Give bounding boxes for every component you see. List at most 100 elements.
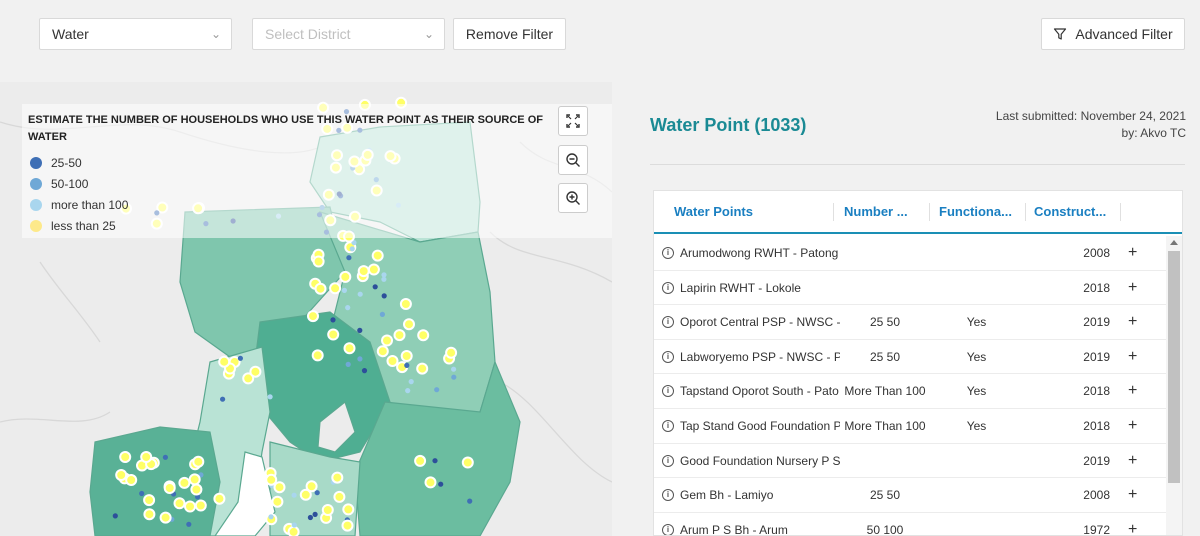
water-point-marker[interactable]: [311, 349, 324, 362]
water-point-marker[interactable]: [339, 270, 352, 283]
water-point-marker[interactable]: [381, 276, 387, 282]
category-select[interactable]: Water ⌄: [39, 18, 232, 50]
water-point-marker[interactable]: [312, 511, 318, 517]
table-row[interactable]: i Oporot Central PSP - NWSC - 25 50 Yes 2019…: [654, 305, 1166, 340]
water-point-marker[interactable]: [125, 474, 138, 486]
legend-item[interactable]: more than 100: [30, 194, 606, 215]
water-point-marker[interactable]: [143, 494, 156, 507]
water-point-marker[interactable]: [321, 504, 334, 516]
water-point-marker[interactable]: [357, 327, 363, 333]
expand-row-icon[interactable]: +: [1128, 236, 1137, 270]
zoom-out-button[interactable]: [558, 145, 588, 175]
table-row[interactable]: i Tap Stand Good Foundation P More Than 10…: [654, 409, 1166, 444]
header-functional[interactable]: Functiona...: [939, 191, 1024, 232]
water-point-marker[interactable]: [357, 291, 363, 297]
table-row[interactable]: i Lapirin RWHT - Lokole 2018 +: [654, 271, 1166, 306]
fullscreen-button[interactable]: [558, 106, 588, 136]
table-row[interactable]: i Arum P S Bh - Arum 50 100 1972 +: [654, 513, 1166, 535]
water-point-marker[interactable]: [371, 249, 384, 262]
table-row[interactable]: i Tapstand Oporot South - Pato More Than 1…: [654, 374, 1166, 409]
water-point-marker[interactable]: [184, 500, 196, 513]
header-construction[interactable]: Construct...: [1034, 191, 1119, 232]
water-point-marker[interactable]: [115, 469, 128, 481]
water-point-marker[interactable]: [192, 455, 205, 468]
water-point-marker[interactable]: [424, 476, 437, 489]
water-point-marker[interactable]: [291, 522, 297, 528]
water-point-marker[interactable]: [267, 394, 273, 400]
info-icon[interactable]: i: [662, 316, 674, 329]
water-point-marker[interactable]: [416, 362, 429, 375]
water-point-marker[interactable]: [357, 356, 363, 362]
expand-row-icon[interactable]: +: [1128, 340, 1137, 374]
water-point-marker[interactable]: [451, 374, 457, 380]
water-point-marker[interactable]: [139, 490, 145, 497]
scroll-up-arrow[interactable]: [1170, 240, 1178, 245]
expand-row-icon[interactable]: +: [1128, 478, 1137, 512]
water-point-marker[interactable]: [403, 318, 415, 331]
water-point-marker[interactable]: [162, 454, 168, 460]
water-point-marker[interactable]: [159, 511, 172, 524]
table-row[interactable]: i Gem Bh - Lamiyo 25 50 2008 +: [654, 478, 1166, 513]
water-point-marker[interactable]: [291, 492, 297, 498]
water-point-marker[interactable]: [372, 284, 378, 290]
water-point-marker[interactable]: [341, 287, 347, 293]
legend-item[interactable]: 50-100: [30, 173, 606, 194]
water-point-marker[interactable]: [417, 329, 430, 342]
water-point-marker[interactable]: [432, 458, 438, 464]
water-point-marker[interactable]: [342, 503, 355, 516]
water-point-marker[interactable]: [112, 513, 118, 519]
water-point-marker[interactable]: [314, 282, 327, 295]
water-point-marker[interactable]: [357, 265, 370, 278]
water-point-marker[interactable]: [445, 346, 458, 359]
info-icon[interactable]: i: [662, 419, 674, 432]
water-point-marker[interactable]: [381, 334, 393, 347]
water-point-marker[interactable]: [143, 508, 156, 521]
water-point-marker[interactable]: [330, 317, 336, 323]
water-point-marker[interactable]: [218, 355, 231, 368]
water-point-marker[interactable]: [268, 514, 274, 520]
advanced-filter-button[interactable]: Advanced Filter: [1041, 18, 1185, 50]
water-point-marker[interactable]: [307, 514, 313, 521]
water-point-marker[interactable]: [393, 329, 406, 342]
remove-filter-button[interactable]: Remove Filter: [453, 18, 566, 50]
water-point-marker[interactable]: [163, 482, 176, 494]
water-point-marker[interactable]: [404, 362, 410, 368]
legend-item[interactable]: 25-50: [30, 152, 606, 173]
water-point-marker[interactable]: [273, 481, 286, 494]
info-icon[interactable]: i: [662, 281, 674, 294]
table-row[interactable]: i Labworyemo PSP - NWSC - Pa 25 50 Yes 2019 +: [654, 340, 1166, 375]
expand-row-icon[interactable]: +: [1128, 444, 1137, 478]
scrollbar-thumb[interactable]: [1168, 251, 1180, 483]
water-point-marker[interactable]: [249, 365, 262, 378]
water-point-marker[interactable]: [305, 480, 318, 493]
info-icon[interactable]: i: [662, 489, 674, 502]
water-point-marker[interactable]: [367, 263, 380, 276]
water-point-marker[interactable]: [376, 345, 389, 358]
water-point-marker[interactable]: [237, 355, 243, 361]
legend-item[interactable]: less than 25: [30, 215, 606, 236]
water-point-marker[interactable]: [341, 519, 354, 532]
water-point-marker[interactable]: [287, 525, 300, 536]
water-point-marker[interactable]: [379, 311, 385, 317]
water-point-marker[interactable]: [399, 298, 412, 310]
map-view[interactable]: ESTIMATE THE NUMBER OF HOUSEHOLDS WHO US…: [0, 82, 612, 536]
expand-row-icon[interactable]: +: [1128, 513, 1137, 535]
water-point-marker[interactable]: [331, 471, 344, 484]
expand-row-icon[interactable]: +: [1128, 305, 1137, 339]
water-point-marker[interactable]: [312, 255, 325, 268]
water-point-marker[interactable]: [186, 521, 192, 527]
district-select[interactable]: Select District ⌄: [252, 18, 445, 50]
water-point-marker[interactable]: [434, 387, 440, 393]
table-row[interactable]: i Good Foundation Nursery P S 2019 +: [654, 444, 1166, 479]
water-point-marker[interactable]: [438, 481, 444, 487]
info-icon[interactable]: i: [662, 454, 674, 467]
water-point-marker[interactable]: [345, 361, 351, 367]
water-point-marker[interactable]: [381, 272, 387, 278]
info-icon[interactable]: i: [662, 247, 674, 259]
water-point-marker[interactable]: [119, 451, 132, 463]
water-point-marker[interactable]: [414, 454, 427, 467]
header-water-points[interactable]: Water Points: [674, 191, 814, 232]
water-point-marker[interactable]: [213, 492, 226, 505]
water-point-marker[interactable]: [461, 456, 474, 469]
water-point-marker[interactable]: [194, 499, 207, 512]
